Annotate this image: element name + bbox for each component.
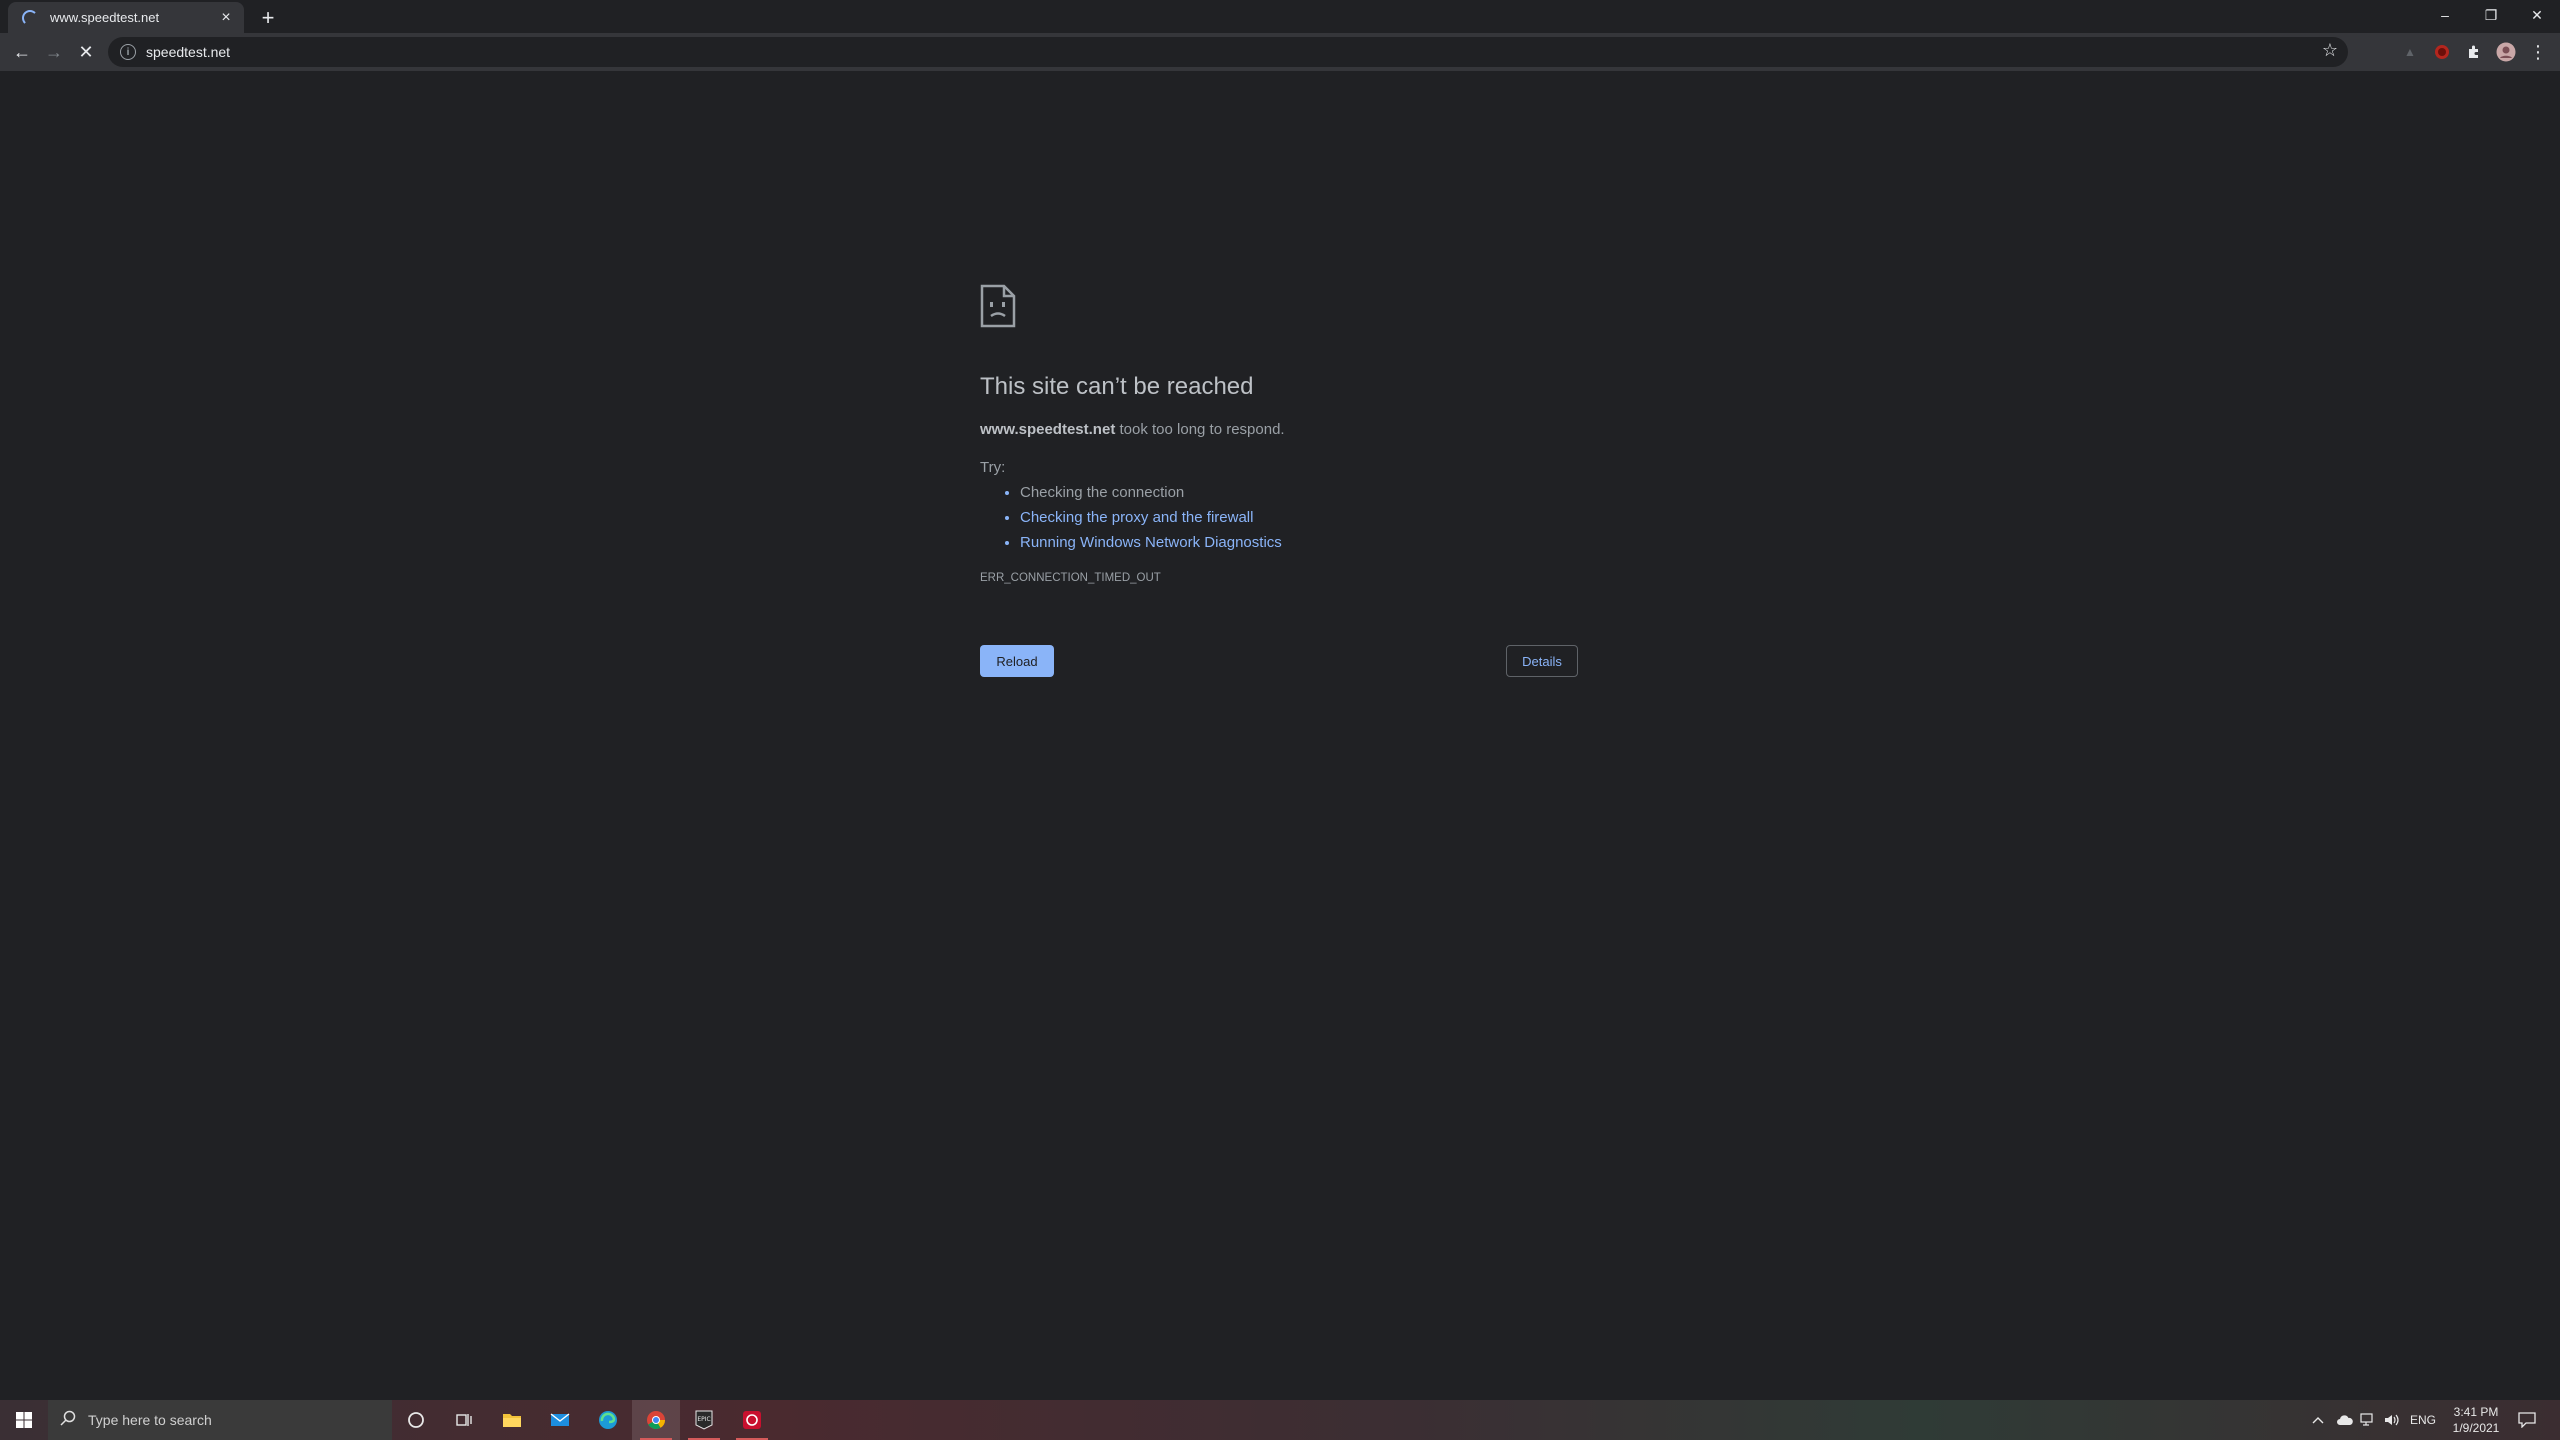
start-button[interactable]	[0, 1400, 48, 1440]
tab-speedtest[interactable]: www.speedtest.net ×	[8, 2, 244, 33]
windows-taskbar: Type here to search EPIC ENG 3:41 PM 1/9…	[0, 1400, 2560, 1440]
clock-date: 1/9/2021	[2452, 1421, 2500, 1435]
stop-loading-icon[interactable]: ✕	[74, 40, 98, 64]
error-code: ERR_CONNECTION_TIMED_OUT	[980, 572, 1161, 584]
minimize-button[interactable]: –	[2422, 0, 2468, 30]
tab-title: www.speedtest.net	[50, 10, 160, 25]
error-heading: This site can’t be reached	[980, 373, 1254, 400]
details-button[interactable]: Details	[1506, 645, 1578, 677]
loading-spinner-icon	[22, 9, 38, 26]
error-host: www.speedtest.net	[980, 421, 1116, 438]
profile-avatar-icon[interactable]	[2496, 42, 2516, 62]
suggestion-list: Checking the connection Checking the pro…	[980, 484, 1580, 551]
clock[interactable]: 3:41 PM 1/9/2021	[2440, 1404, 2512, 1436]
game-launcher-icon[interactable]	[728, 1400, 776, 1440]
tab-strip: www.speedtest.net × + – ❐ ✕	[0, 0, 2560, 33]
extension-triangle-icon[interactable]: ▲	[2400, 42, 2420, 62]
search-icon	[60, 1410, 76, 1430]
taskbar-search-box[interactable]: Type here to search	[48, 1400, 392, 1440]
sad-page-icon	[980, 284, 1016, 328]
back-arrow-icon[interactable]: ←	[10, 40, 34, 64]
tray-chevron-up-icon[interactable]	[2312, 1400, 2324, 1440]
reload-button[interactable]: Reload	[980, 645, 1054, 677]
clock-time: 3:41 PM	[2453, 1405, 2499, 1419]
epic-games-icon[interactable]: EPIC	[680, 1400, 728, 1440]
task-view-icon[interactable]	[440, 1400, 488, 1440]
try-label: Try:	[980, 459, 1006, 476]
mail-icon[interactable]	[536, 1400, 584, 1440]
chrome-menu-icon[interactable]: ⋮	[2528, 42, 2548, 62]
volume-icon[interactable]	[2384, 1400, 2400, 1440]
tab-close-icon[interactable]: ×	[216, 8, 236, 28]
edge-browser-icon[interactable]	[584, 1400, 632, 1440]
cortana-icon[interactable]	[392, 1400, 440, 1440]
language-indicator[interactable]: ENG	[2410, 1400, 2436, 1440]
close-window-button[interactable]: ✕	[2514, 0, 2560, 30]
network-icon[interactable]	[2360, 1400, 2376, 1440]
bookmark-star-icon[interactable]: ☆	[2322, 40, 2338, 61]
chrome-taskbar-icon[interactable]	[632, 1400, 680, 1440]
site-info-icon[interactable]: i	[120, 44, 136, 60]
notifications-icon[interactable]	[2518, 1400, 2536, 1440]
suggestion-check-connection: Checking the connection	[1020, 484, 1580, 501]
taskbar-search-placeholder: Type here to search	[88, 1412, 212, 1428]
url-text[interactable]: speedtest.net	[146, 44, 230, 60]
restore-button[interactable]: ❐	[2468, 0, 2514, 30]
svg-text:EPIC: EPIC	[697, 1416, 710, 1423]
error-content: This site can’t be reached www.speedtest…	[980, 284, 1580, 584]
forward-arrow-icon[interactable]: →	[42, 40, 66, 64]
error-description-text: took too long to respond.	[1115, 421, 1285, 438]
browser-toolbar: ← → ✕ i speedtest.net ☆ ▲ ⋮	[0, 33, 2560, 71]
new-tab-button[interactable]: +	[256, 5, 280, 30]
suggestion-check-proxy-link[interactable]: Checking the proxy and the firewall	[1020, 509, 1580, 526]
error-description: www.speedtest.net took too long to respo…	[980, 421, 1580, 438]
file-explorer-icon[interactable]	[488, 1400, 536, 1440]
extensions-puzzle-icon[interactable]	[2464, 42, 2484, 62]
extension-red-circle-icon[interactable]	[2432, 42, 2452, 62]
windows-logo-icon	[16, 1412, 32, 1428]
address-bar[interactable]: i speedtest.net ☆	[108, 37, 2348, 67]
suggestion-network-diagnostics-link[interactable]: Running Windows Network Diagnostics	[1020, 534, 1580, 551]
onedrive-cloud-icon[interactable]	[2336, 1400, 2354, 1440]
